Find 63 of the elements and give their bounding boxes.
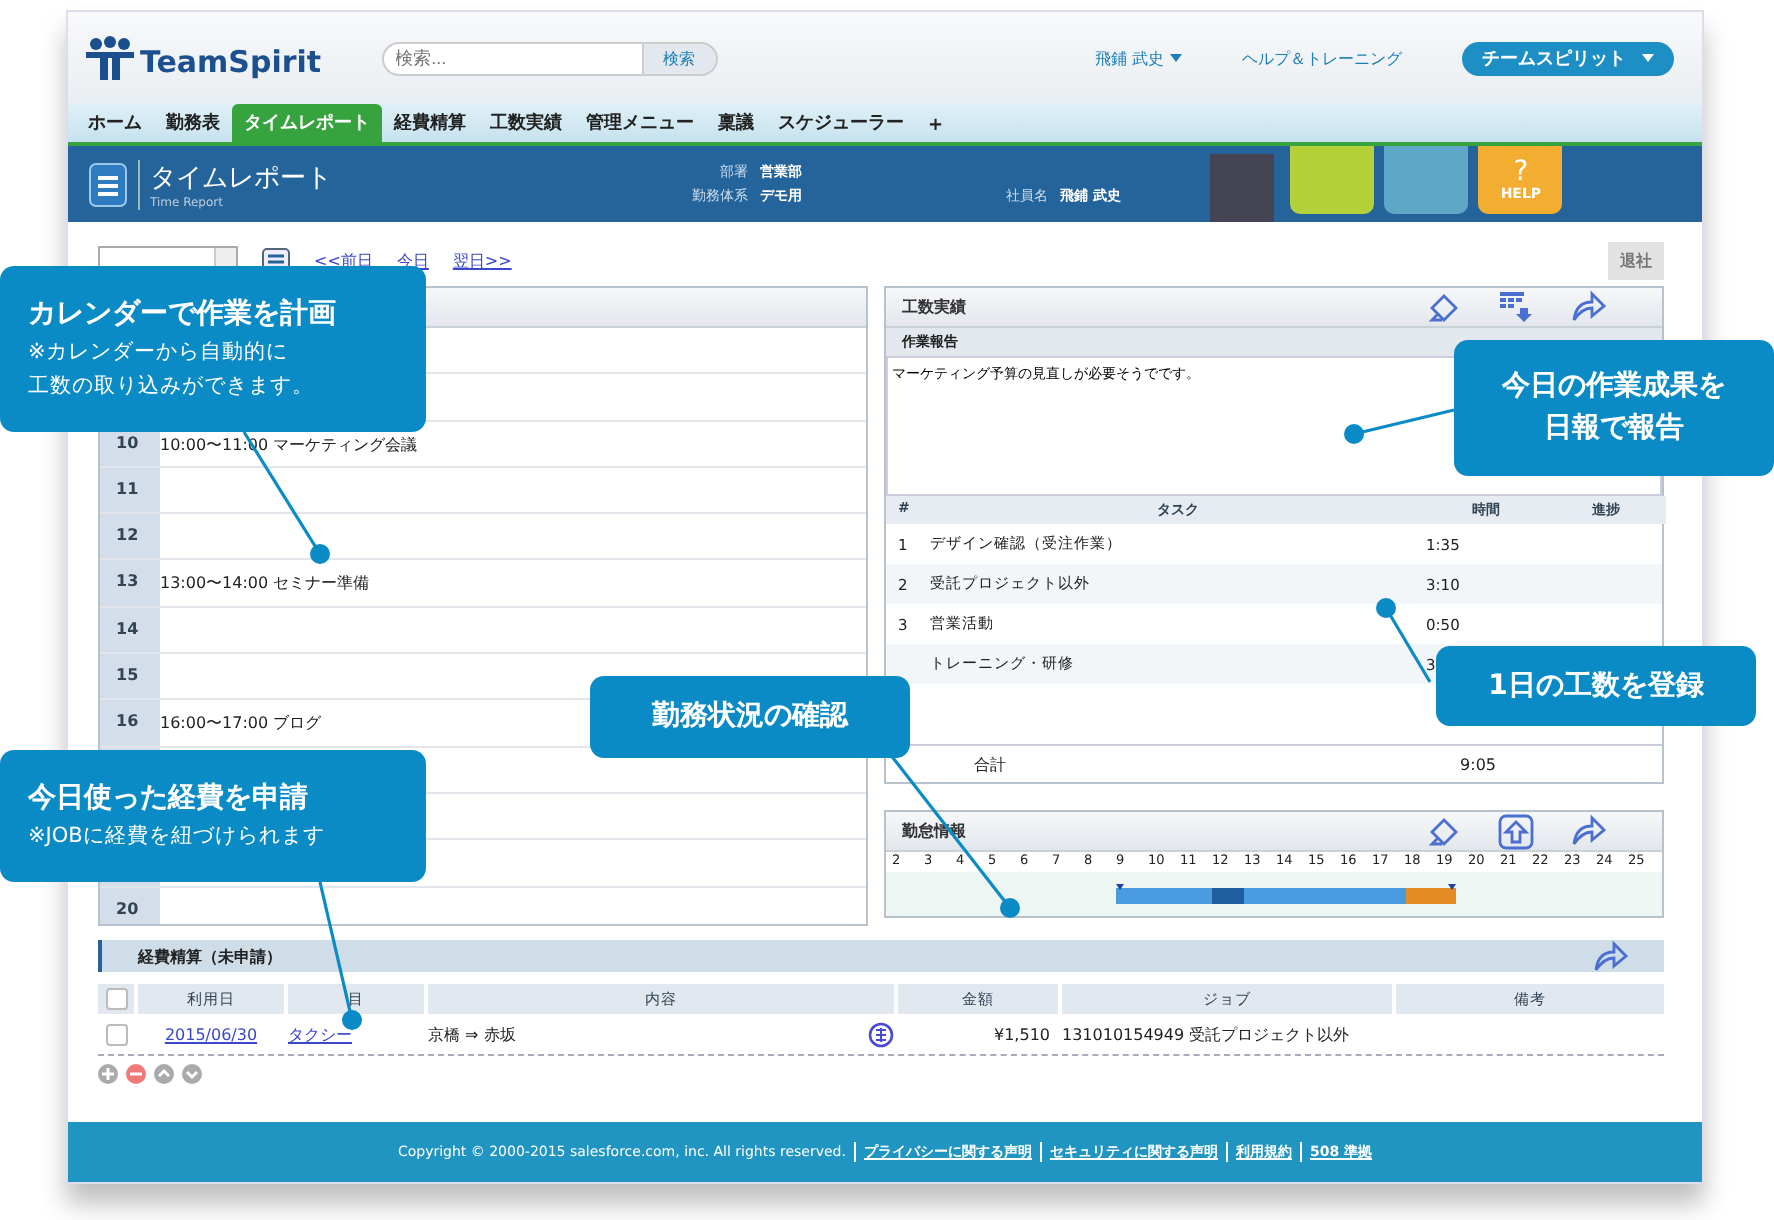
date-link[interactable]: 2015/06/30 <box>164 1025 258 1043</box>
callout-title: 今日使った経費を申請 <box>28 780 310 819</box>
total-label: 合計 <box>972 753 1006 775</box>
callout-title: 勤務状況の確認 <box>652 698 848 736</box>
expense-type-link[interactable]: タクシー <box>288 1023 352 1045</box>
callout-note: 工数の取り込みができます。 <box>28 372 316 402</box>
callout-note: ※JOBに経費を紐づけられます <box>28 822 327 853</box>
calendar-event[interactable]: 16:00〜17:00 ブログ <box>160 712 322 735</box>
nav-tab[interactable]: 稟議 <box>706 104 766 142</box>
logo-text: TeamSpirit <box>140 44 322 80</box>
app-menu-button[interactable]: チームスピリット <box>1462 41 1674 75</box>
callout-note: ※カレンダーから自動的に <box>28 338 290 369</box>
date-link[interactable]: 翌日>> <box>452 249 512 271</box>
panel-title: 工数実績 <box>902 296 966 318</box>
search-field[interactable]: 検索... <box>381 41 642 75</box>
share-arrow-icon[interactable] <box>1570 290 1606 324</box>
pencil-icon[interactable] <box>1426 813 1462 847</box>
user-menu[interactable]: 飛鋪 武史 <box>1094 47 1182 69</box>
search-button[interactable]: 検索 <box>641 41 718 75</box>
caret-icon <box>1170 54 1182 62</box>
select-all-checkbox[interactable] <box>105 988 127 1010</box>
add-icon[interactable] <box>98 1064 118 1084</box>
receipt-stamp-icon <box>868 1021 894 1047</box>
nav-tab[interactable]: 管理メニュー <box>574 104 706 142</box>
table-cell: ¥1,510 <box>994 1025 1050 1043</box>
table-download-icon[interactable] <box>1498 290 1534 324</box>
total-time: 9:05 <box>1458 755 1496 773</box>
callout-title: カレンダーで作業を計画 <box>28 296 338 335</box>
notepad-icon <box>88 160 128 208</box>
pencil-icon[interactable] <box>1426 290 1462 324</box>
share-arrow-icon[interactable] <box>1570 813 1606 847</box>
hour-cell: 16 <box>100 700 160 746</box>
nav-tab[interactable]: + <box>916 110 956 142</box>
help-link[interactable]: ヘルプ＆トレーニング <box>1242 47 1402 69</box>
people-logo-icon <box>84 36 136 80</box>
move-up-icon[interactable] <box>154 1064 174 1084</box>
upload-icon[interactable] <box>1498 813 1534 849</box>
caret-icon <box>1642 54 1654 62</box>
hour-cell: 13 <box>100 560 160 606</box>
table-cell: 131010154949 受託プロジェクト以外 <box>1062 1023 1350 1045</box>
hour-cell: 12 <box>100 514 160 559</box>
hour-cell: 11 <box>100 467 160 513</box>
move-down-icon[interactable] <box>182 1064 202 1084</box>
share-arrow-icon[interactable] <box>1592 939 1628 973</box>
callout-title: 1日の工数を登録 <box>1488 667 1704 705</box>
row-checkbox[interactable] <box>105 1023 127 1045</box>
nav-tab[interactable]: 経費精算 <box>382 104 478 142</box>
hour-cell: 15 <box>100 654 160 699</box>
hour-cell: 20 <box>100 887 160 924</box>
page-title: タイムレポート <box>150 161 332 195</box>
nav-tab[interactable]: スケジューラー <box>766 104 916 142</box>
photo-placeholder <box>1210 154 1275 222</box>
nav-tab[interactable]: 勤務表 <box>154 104 232 142</box>
nav-tab[interactable]: ホーム <box>76 104 154 142</box>
table-cell: 京橋 ⇒ 赤坂 <box>428 1023 516 1045</box>
app-tile[interactable] <box>1384 146 1469 214</box>
remove-icon[interactable] <box>126 1064 146 1084</box>
hour-cell: 14 <box>100 607 160 653</box>
nav-tab[interactable]: 工数実績 <box>478 104 574 142</box>
question-mark-icon: ? <box>1513 158 1529 186</box>
calendar-event[interactable]: 13:00〜14:00 セミナー準備 <box>160 572 370 595</box>
app-tile[interactable] <box>1290 146 1375 214</box>
section-title: 経費精算（未申請） <box>138 945 282 967</box>
